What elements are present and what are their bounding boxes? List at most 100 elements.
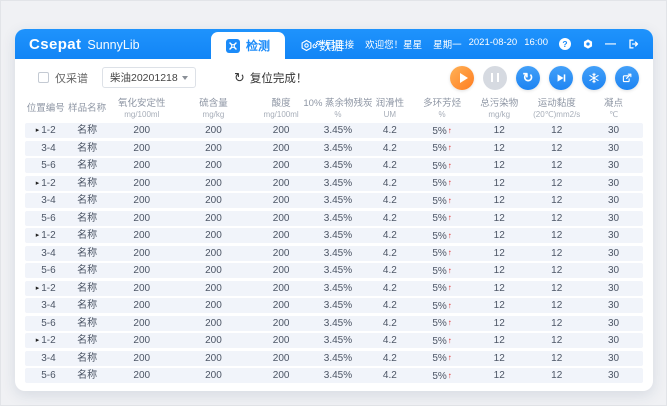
minimize-icon[interactable]: — bbox=[605, 39, 616, 49]
cell-lubricity: 4.2 bbox=[365, 351, 415, 366]
table-row[interactable]: ▸5-6 名称 200 200 200 3.45% 4.2 5%↑ 12 12 … bbox=[25, 368, 643, 383]
table-row[interactable]: ▸1-2 名称 200 200 200 3.45% 4.2 5%↑ 12 12 … bbox=[25, 123, 643, 138]
column-label: 10% 蒸余物残炭 bbox=[303, 99, 372, 110]
table-row[interactable]: ▸1-2 名称 200 200 200 3.45% 4.2 5%↑ 12 12 … bbox=[25, 333, 643, 348]
cell-sample-name: 名称 bbox=[66, 263, 107, 278]
spectrum-only-checkbox[interactable] bbox=[38, 72, 49, 83]
expand-arrow-icon[interactable]: ▸ bbox=[36, 127, 40, 134]
column-label: 润滑性 bbox=[376, 99, 405, 110]
reset-icon[interactable]: ↻ bbox=[234, 71, 245, 84]
cell-sulfur-content: 200 bbox=[176, 176, 251, 191]
cell-oxidation-stability: 200 bbox=[108, 368, 176, 383]
cell-lubricity: 4.2 bbox=[365, 193, 415, 208]
snowflake-icon bbox=[588, 72, 600, 84]
cell-oxidation-stability: 200 bbox=[108, 316, 176, 331]
cell-sulfur-content: 200 bbox=[176, 158, 251, 173]
cell-acidity: 200 bbox=[251, 176, 311, 191]
table-row[interactable]: ▸5-6 名称 200 200 200 3.45% 4.2 5%↑ 12 12 … bbox=[25, 158, 643, 173]
cell-acidity: 200 bbox=[251, 333, 311, 348]
skip-button[interactable] bbox=[549, 66, 573, 90]
pause-button[interactable] bbox=[483, 66, 507, 90]
cell-pah: 5%↑ bbox=[415, 123, 469, 139]
table-row[interactable]: ▸5-6 名称 200 200 200 3.45% 4.2 5%↑ 12 12 … bbox=[25, 211, 643, 226]
cell-position: ▸1-2 bbox=[25, 228, 66, 243]
column-unit: ℃ bbox=[609, 110, 618, 119]
table-row[interactable]: ▸3-4 名称 200 200 200 3.45% 4.2 5%↑ 12 12 … bbox=[25, 351, 643, 366]
exceed-limit-icon: ↑ bbox=[448, 371, 452, 380]
table-row[interactable]: ▸1-2 名称 200 200 200 3.45% 4.2 5%↑ 12 12 … bbox=[25, 281, 643, 296]
spectrum-only-label[interactable]: 仅采谱 bbox=[55, 70, 88, 86]
exit-icon[interactable] bbox=[627, 38, 639, 50]
cell-carbon-residue: 3.45% bbox=[311, 281, 365, 296]
cell-position: ▸3-4 bbox=[25, 351, 66, 366]
cell-lubricity: 4.2 bbox=[365, 176, 415, 191]
help-icon[interactable]: ? bbox=[559, 38, 571, 50]
expand-arrow-icon[interactable]: ▸ bbox=[36, 285, 40, 292]
cell-lubricity: 4.2 bbox=[365, 263, 415, 278]
table-row[interactable]: ▸1-2 名称 200 200 200 3.45% 4.2 5%↑ 12 12 … bbox=[25, 228, 643, 243]
table-header: 位置编号 样品名称 氧化安定性 mg/100ml 硫含量 mg/kg 酸度 mg… bbox=[25, 96, 643, 123]
weekday-text: 星期一 bbox=[433, 37, 462, 51]
cell-oxidation-stability: 200 bbox=[108, 176, 176, 191]
table-row[interactable]: ▸3-4 名称 200 200 200 3.45% 4.2 5%↑ 12 12 … bbox=[25, 141, 643, 156]
cell-sulfur-content: 200 bbox=[176, 123, 251, 138]
cell-position: ▸1-2 bbox=[25, 176, 66, 191]
cell-freezing-point: 30 bbox=[584, 263, 643, 278]
cell-position: ▸5-6 bbox=[25, 211, 66, 226]
sync-button[interactable]: ↻ bbox=[516, 66, 540, 90]
table-row[interactable]: ▸3-4 名称 200 200 200 3.45% 4.2 5%↑ 12 12 … bbox=[25, 298, 643, 313]
cell-sample-name: 名称 bbox=[66, 176, 107, 191]
expand-arrow-icon[interactable]: ▸ bbox=[36, 232, 40, 239]
cell-pah: 5%↑ bbox=[415, 350, 469, 366]
column-unit: UM bbox=[384, 110, 396, 119]
cell-kinematic-viscosity: 12 bbox=[529, 263, 584, 278]
cell-total-contaminants: 12 bbox=[469, 158, 529, 173]
expand-arrow-icon[interactable]: ▸ bbox=[36, 337, 40, 344]
export-button[interactable] bbox=[615, 66, 639, 90]
expand-arrow-icon[interactable]: ▸ bbox=[36, 180, 40, 187]
table-row[interactable]: ▸3-4 名称 200 200 200 3.45% 4.2 5%↑ 12 12 … bbox=[25, 246, 643, 261]
freeze-button[interactable] bbox=[582, 66, 606, 90]
cell-freezing-point: 30 bbox=[584, 228, 643, 243]
cell-pah: 5%↑ bbox=[415, 315, 469, 331]
start-button[interactable] bbox=[450, 66, 474, 90]
cell-total-contaminants: 12 bbox=[469, 263, 529, 278]
table-row[interactable]: ▸5-6 名称 200 200 200 3.45% 4.2 5%↑ 12 12 … bbox=[25, 263, 643, 278]
column-label: 总污染物 bbox=[480, 99, 518, 110]
tab-data[interactable]: 数据 bbox=[285, 32, 358, 59]
table-row[interactable]: ▸1-2 名称 200 200 200 3.45% 4.2 5%↑ 12 12 … bbox=[25, 176, 643, 191]
cell-carbon-residue: 3.45% bbox=[311, 211, 365, 226]
exceed-limit-icon: ↑ bbox=[448, 126, 452, 135]
settings-gear-icon[interactable] bbox=[582, 38, 594, 50]
cell-lubricity: 4.2 bbox=[365, 158, 415, 173]
column-label: 样品名称 bbox=[68, 104, 106, 115]
cell-sample-name: 名称 bbox=[66, 298, 107, 313]
cell-oxidation-stability: 200 bbox=[108, 228, 176, 243]
cell-position: ▸5-6 bbox=[25, 158, 66, 173]
table-row[interactable]: ▸5-6 名称 200 200 200 3.45% 4.2 5%↑ 12 12 … bbox=[25, 316, 643, 331]
cell-sample-name: 名称 bbox=[66, 211, 107, 226]
cell-lubricity: 4.2 bbox=[365, 228, 415, 243]
titlebar-right: 已连接 欢迎您！星星 星期一 2021-08-20 16:00 ? — bbox=[311, 37, 639, 51]
table-row[interactable]: ▸3-4 名称 200 200 200 3.45% 4.2 5%↑ 12 12 … bbox=[25, 193, 643, 208]
cell-oxidation-stability: 200 bbox=[108, 298, 176, 313]
cell-kinematic-viscosity: 12 bbox=[529, 333, 584, 348]
cell-lubricity: 4.2 bbox=[365, 141, 415, 156]
column-unit: mg/100ml bbox=[264, 110, 299, 119]
cell-acidity: 200 bbox=[251, 158, 311, 173]
cell-carbon-residue: 3.45% bbox=[311, 158, 365, 173]
exceed-limit-icon: ↑ bbox=[448, 231, 452, 240]
cell-position: ▸3-4 bbox=[25, 141, 66, 156]
cell-total-contaminants: 12 bbox=[469, 141, 529, 156]
action-buttons: ↻ bbox=[450, 66, 639, 90]
column-header: 酸度 mg/100ml bbox=[251, 99, 311, 119]
exceed-limit-icon: ↑ bbox=[448, 178, 452, 187]
sample-select[interactable]: 柴油20201218 bbox=[102, 67, 196, 88]
data-gear-icon bbox=[300, 39, 313, 52]
column-unit: mg/100ml bbox=[124, 110, 159, 119]
column-label: 位置编号 bbox=[27, 104, 65, 115]
tab-detection[interactable]: 检测 bbox=[211, 32, 285, 59]
column-header: 总污染物 mg/kg bbox=[469, 99, 529, 119]
cell-position: ▸1-2 bbox=[25, 333, 66, 348]
cell-total-contaminants: 12 bbox=[469, 351, 529, 366]
